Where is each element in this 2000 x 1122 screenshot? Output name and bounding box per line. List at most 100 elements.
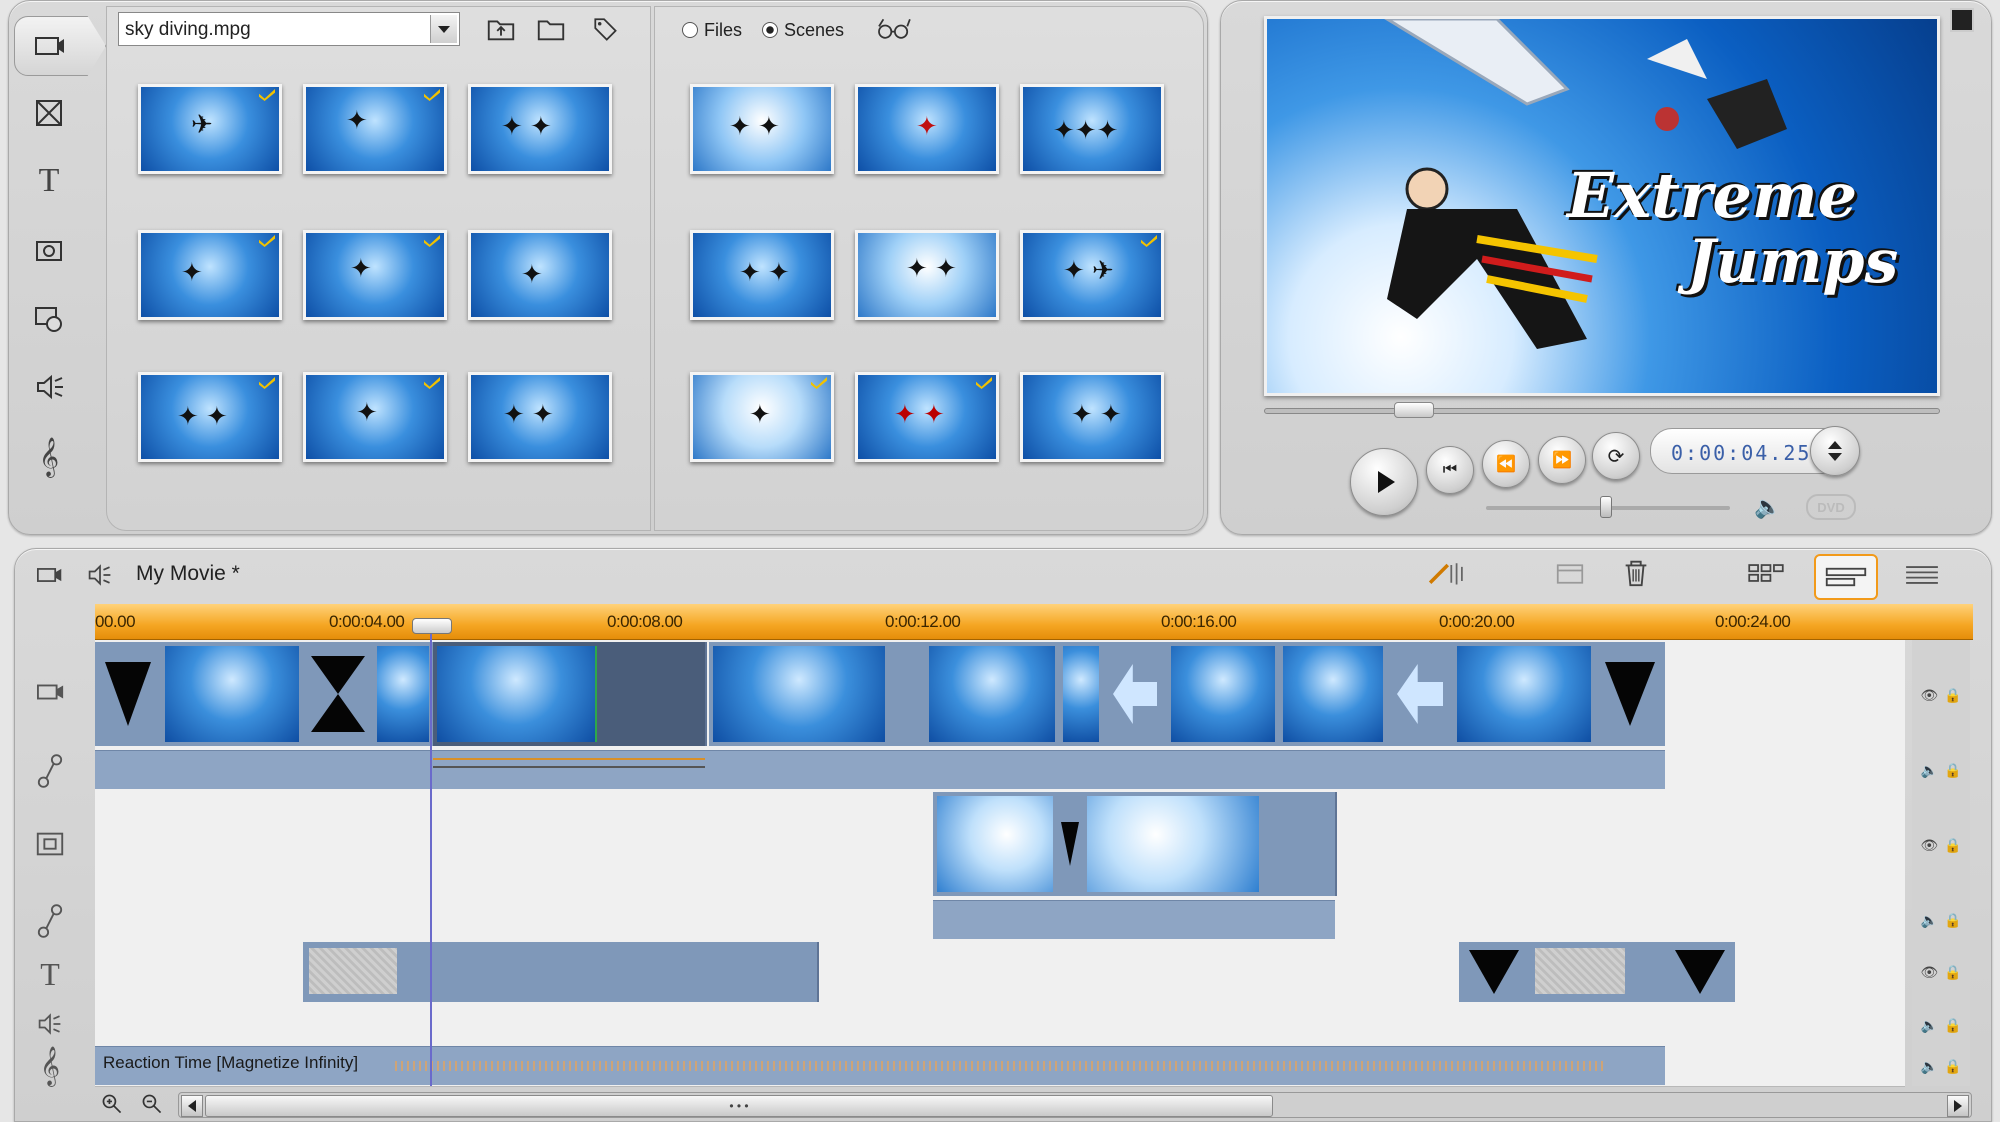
loop-button[interactable]: ⟳ xyxy=(1592,432,1640,480)
track-controls[interactable]: 🔈 🔒 xyxy=(1912,750,1970,790)
music-track-icon[interactable]: 𝄞 xyxy=(30,1044,70,1088)
radio-scenes[interactable]: Scenes xyxy=(762,18,872,42)
title-clip[interactable] xyxy=(1529,942,1667,1002)
overlay-track-icon[interactable] xyxy=(30,826,70,862)
sound-effects-track-icon[interactable] xyxy=(30,1006,70,1042)
track-controls[interactable]: 👁 🔒 xyxy=(1912,940,1970,1004)
transition-clip[interactable] xyxy=(303,642,373,746)
razor-split-icon[interactable] xyxy=(1422,556,1470,590)
library-thumbnail[interactable]: ✦ ✦ xyxy=(468,372,612,462)
transition-clip[interactable] xyxy=(1057,792,1083,896)
lock-icon[interactable]: 🔒 xyxy=(1944,912,1961,929)
library-thumbnail[interactable]: ✦ xyxy=(690,372,834,462)
library-thumbnail[interactable]: ✦ xyxy=(468,230,612,320)
speaker-icon[interactable]: 🔈 xyxy=(1921,912,1938,929)
transition-clip[interactable] xyxy=(1387,642,1453,746)
speaker-icon[interactable]: 🔈 xyxy=(1921,1058,1938,1075)
preview-scrub-handle[interactable] xyxy=(1394,402,1434,418)
library-thumbnail[interactable]: ✦ ✦ xyxy=(690,84,834,174)
volume-slider-handle[interactable] xyxy=(1600,496,1612,518)
library-thumbnail[interactable]: ✦ xyxy=(855,84,999,174)
lock-icon[interactable]: 🔒 xyxy=(1944,964,1961,981)
scroll-right-arrow[interactable] xyxy=(1947,1095,1969,1117)
storyboard-icon[interactable] xyxy=(1552,558,1588,590)
music-icon[interactable]: 𝄞 xyxy=(26,434,72,480)
library-thumbnail[interactable]: ✦ xyxy=(303,230,447,320)
video-clip[interactable] xyxy=(709,642,927,746)
timeline-video-icon[interactable] xyxy=(30,560,70,590)
play-button[interactable] xyxy=(1350,448,1418,516)
library-thumbnail[interactable]: ✦ xyxy=(303,84,447,174)
video-library-icon[interactable] xyxy=(26,23,72,69)
track-controls[interactable]: 🔈 🔒 xyxy=(1912,1046,1970,1086)
video-clip[interactable] xyxy=(1059,642,1105,746)
lock-icon[interactable]: 🔒 xyxy=(1944,1058,1961,1075)
text-view-icon[interactable] xyxy=(1900,558,1944,592)
library-thumbnail[interactable]: ✦ ✈ xyxy=(1020,230,1164,320)
video-clip[interactable] xyxy=(161,642,305,746)
stepper-up-icon[interactable] xyxy=(1828,441,1842,449)
timeline-scrollbar[interactable]: • • • xyxy=(178,1092,1972,1118)
scroll-left-arrow[interactable] xyxy=(181,1095,203,1117)
video-clip[interactable] xyxy=(925,642,1061,746)
title-icon[interactable]: T xyxy=(26,158,72,204)
transition-clip[interactable] xyxy=(1103,642,1167,746)
library-thumbnail[interactable]: ✦ ✦ xyxy=(1020,372,1164,462)
timeline-view-button-active[interactable] xyxy=(1814,554,1878,600)
overlay-audio-clip[interactable] xyxy=(933,900,1335,939)
transition-clip[interactable] xyxy=(95,642,161,746)
preview-expand-icon[interactable] xyxy=(1950,8,1974,32)
speaker-icon[interactable]: 🔈 xyxy=(1921,762,1938,779)
title-track-icon[interactable]: T xyxy=(30,954,70,994)
transition-clip[interactable] xyxy=(1459,942,1529,1002)
zoom-out-icon[interactable] xyxy=(138,1090,166,1118)
lock-icon[interactable]: 🔒 xyxy=(1944,687,1961,704)
radio-scenes-circle[interactable] xyxy=(762,22,778,38)
overlay-audio-track-icon[interactable] xyxy=(30,896,70,946)
library-thumbnail[interactable]: ✈ xyxy=(138,84,282,174)
overlay-clip[interactable] xyxy=(933,792,1059,896)
track-controls[interactable]: 🔈 🔒 xyxy=(1912,900,1970,940)
sound-effects-track[interactable] xyxy=(95,1004,1905,1047)
video-clip[interactable] xyxy=(373,642,435,746)
chevron-down-icon[interactable] xyxy=(430,15,457,43)
rewind-button[interactable]: ⏪ xyxy=(1482,440,1530,488)
timeline-audio-icon[interactable] xyxy=(82,560,118,590)
track-controls[interactable]: 👁 🔒 xyxy=(1912,640,1970,750)
music-clip[interactable]: Reaction Time [Magnetize Infinity] xyxy=(95,1046,1665,1085)
go-to-start-button[interactable]: ⏮ xyxy=(1426,446,1474,494)
open-folder-icon[interactable] xyxy=(534,12,568,46)
tag-icon[interactable] xyxy=(588,12,622,46)
library-thumbnail[interactable]: ✦ ✦ xyxy=(138,372,282,462)
video-audio-track-icon[interactable] xyxy=(30,746,70,796)
track-controls[interactable]: 🔈 🔒 xyxy=(1912,1004,1970,1046)
library-thumbnail[interactable]: ✦✦✦ xyxy=(1020,84,1164,174)
transitions-icon[interactable] xyxy=(26,90,72,136)
eye-icon[interactable]: 👁 xyxy=(1920,964,1938,981)
sound-effects-icon[interactable] xyxy=(26,364,72,410)
lock-icon[interactable]: 🔒 xyxy=(1944,1017,1961,1034)
library-thumbnail[interactable]: ✦ ✦ xyxy=(468,84,612,174)
transition-clip[interactable] xyxy=(1595,642,1665,746)
timeline-ruler[interactable]: 00.00 0:00:04.00 0:00:08.00 0:00:12.00 0… xyxy=(95,604,1973,640)
video-audio-clip[interactable] xyxy=(95,750,1665,789)
scroll-thumb[interactable]: • • • xyxy=(205,1095,1273,1117)
speaker-icon[interactable]: 🔈 xyxy=(1921,1017,1938,1034)
speaker-icon[interactable]: 🔈 xyxy=(1754,494,1784,522)
radio-files-circle[interactable] xyxy=(682,22,698,38)
lock-icon[interactable]: 🔒 xyxy=(1944,837,1961,854)
transition-clip[interactable] xyxy=(1665,942,1735,1002)
playhead-line[interactable] xyxy=(430,634,432,1086)
fast-forward-button[interactable]: ⏩ xyxy=(1538,436,1586,484)
stepper-down-icon[interactable] xyxy=(1828,453,1842,461)
disc-menu-icon[interactable] xyxy=(26,296,72,342)
main-video-track-icon[interactable] xyxy=(28,674,74,710)
file-dropdown[interactable]: sky diving.mpg xyxy=(118,12,460,46)
lock-icon[interactable]: 🔒 xyxy=(1944,762,1961,779)
video-clip[interactable] xyxy=(1453,642,1597,746)
eye-icon[interactable]: 👁 xyxy=(1920,837,1938,854)
photo-icon[interactable] xyxy=(26,228,72,274)
glasses-icon[interactable] xyxy=(872,12,916,46)
zoom-in-icon[interactable] xyxy=(98,1090,126,1118)
overlay-clip[interactable] xyxy=(1083,792,1337,896)
